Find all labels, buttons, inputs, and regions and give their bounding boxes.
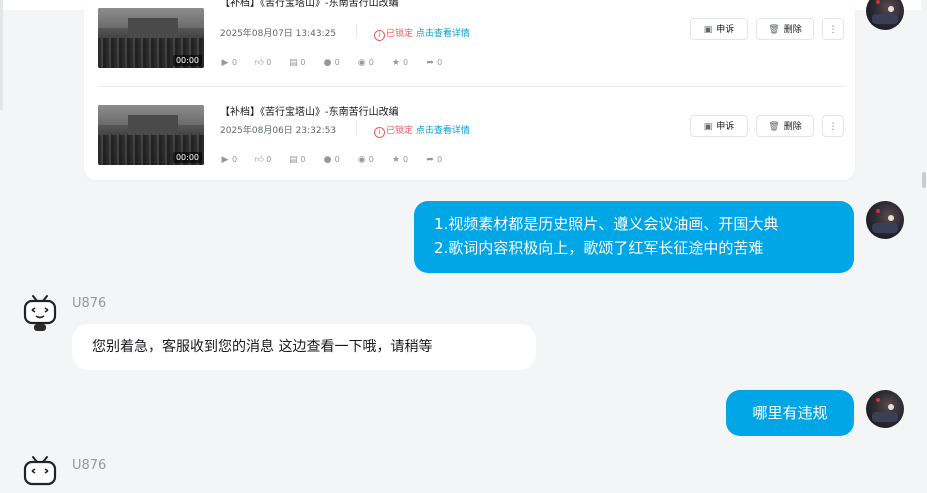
info-icon: i	[374, 127, 385, 138]
user-avatar[interactable]	[866, 0, 904, 30]
stat-like: 👍︎ 0	[254, 155, 272, 165]
video-title[interactable]: 【补档】《苦行宝塔山》-东南苦行山改编	[220, 103, 399, 118]
play-icon: ▶	[221, 155, 229, 165]
appeal-icon: ▣	[703, 122, 713, 132]
video-date: 2025年08月06日 23:32:53	[220, 126, 337, 136]
video-stats: ▶ 0 👍︎ 0 ▤ 0 ● 0 ◉ 0 ★ 0 ➦ 0	[220, 50, 454, 68]
comment-icon: ●	[323, 155, 332, 165]
play-icon: ▶	[221, 58, 229, 68]
message-text: 您别着急，客服收到您的消息 这边查看一下哦，请稍等	[92, 339, 433, 355]
stat-danmaku: ▤ 0	[289, 58, 306, 68]
delete-button[interactable]: 🗑︎ 删除	[756, 115, 814, 137]
agent-name: U876	[72, 296, 107, 311]
agent-name: U876	[72, 458, 107, 473]
agent-message-bubble: 您别着急，客服收到您的消息 这边查看一下哦，请稍等	[72, 324, 536, 370]
danmaku-icon: ▤	[289, 155, 298, 165]
message-line: 1.视频素材都是历史照片、遵义会议油画、开国大典	[434, 215, 779, 233]
status-detail-link[interactable]: 点击查看详情	[416, 29, 470, 39]
like-icon: 👍︎	[254, 58, 264, 68]
video-status: i 已锁定 点击查看详情	[374, 26, 470, 41]
divider	[356, 121, 357, 135]
user-message-bubble: 1.视频素材都是历史照片、遵义会议油画、开国大典 2.歌词内容积极向上，歌颂了红…	[414, 201, 854, 273]
trash-icon: 🗑︎	[768, 122, 780, 132]
video-card: 00:00 【补档】《苦行宝塔山》-东南苦行山改编 2025年08月07日 13…	[84, 0, 855, 180]
message-line: 2.歌词内容积极向上，歌颂了红军长征途中的苦难	[434, 239, 764, 257]
video-title[interactable]: 【补档】《苦行宝塔山》-东南苦行山改编	[220, 0, 399, 9]
stat-coin: ◉ 0	[357, 155, 374, 165]
stat-play: ▶ 0	[221, 155, 238, 165]
divider	[98, 86, 845, 87]
info-icon: i	[374, 30, 385, 41]
divider	[356, 24, 357, 38]
stat-like: 👍︎ 0	[254, 58, 272, 68]
like-icon: 👍︎	[254, 155, 264, 165]
stat-play: ▶ 0	[221, 58, 238, 68]
video-item[interactable]: 00:00 【补档】《苦行宝塔山》-东南苦行山改编 2025年08月06日 23…	[98, 105, 845, 175]
trash-icon: 🗑︎	[768, 25, 780, 35]
comment-icon: ●	[323, 58, 332, 68]
stat-coin: ◉ 0	[357, 58, 374, 68]
stat-favorite: ★ 0	[391, 58, 409, 68]
stat-comment: ● 0	[323, 58, 340, 68]
video-thumbnail[interactable]: 00:00	[98, 8, 204, 68]
user-avatar[interactable]	[866, 201, 904, 239]
share-icon: ➦	[426, 155, 434, 165]
favorite-icon: ★	[391, 58, 400, 68]
status-locked: 已锁定	[386, 126, 414, 136]
appeal-button[interactable]: ▣ 申诉	[690, 115, 748, 137]
bot-avatar-icon	[23, 295, 57, 331]
appeal-icon: ▣	[703, 25, 713, 35]
left-edge	[0, 0, 3, 110]
favorite-icon: ★	[391, 155, 400, 165]
more-button[interactable]: ⋮	[822, 18, 844, 40]
stat-favorite: ★ 0	[391, 155, 409, 165]
coin-icon: ◉	[357, 58, 366, 68]
appeal-button[interactable]: ▣ 申诉	[690, 18, 748, 40]
user-avatar[interactable]	[866, 390, 904, 428]
stat-share: ➦ 0	[426, 155, 443, 165]
video-duration: 00:00	[172, 152, 202, 163]
video-status: i 已锁定 点击查看详情	[374, 123, 470, 138]
video-item[interactable]: 00:00 【补档】《苦行宝塔山》-东南苦行山改编 2025年08月07日 13…	[98, 0, 845, 78]
stat-comment: ● 0	[323, 155, 340, 165]
status-locked: 已锁定	[386, 29, 414, 39]
stat-danmaku: ▤ 0	[289, 155, 306, 165]
coin-icon: ◉	[357, 155, 366, 165]
stat-share: ➦ 0	[426, 58, 443, 68]
video-date: 2025年08月07日 13:43:25	[220, 29, 337, 39]
video-thumbnail[interactable]: 00:00	[98, 105, 204, 165]
delete-button[interactable]: 🗑︎ 删除	[756, 18, 814, 40]
more-button[interactable]: ⋮	[822, 115, 844, 137]
status-detail-link[interactable]: 点击查看详情	[416, 126, 470, 136]
video-stats: ▶ 0 👍︎ 0 ▤ 0 ● 0 ◉ 0 ★ 0 ➦ 0	[220, 147, 454, 165]
video-duration: 00:00	[172, 55, 202, 66]
message-text: 哪里有违规	[752, 404, 828, 422]
danmaku-icon: ▤	[289, 58, 298, 68]
share-icon: ➦	[426, 58, 434, 68]
scrollbar-thumb[interactable]	[922, 172, 926, 188]
user-message-bubble: 哪里有违规	[726, 390, 854, 436]
bot-avatar-icon	[23, 456, 57, 486]
scrollbar-track[interactable]	[921, 0, 927, 477]
